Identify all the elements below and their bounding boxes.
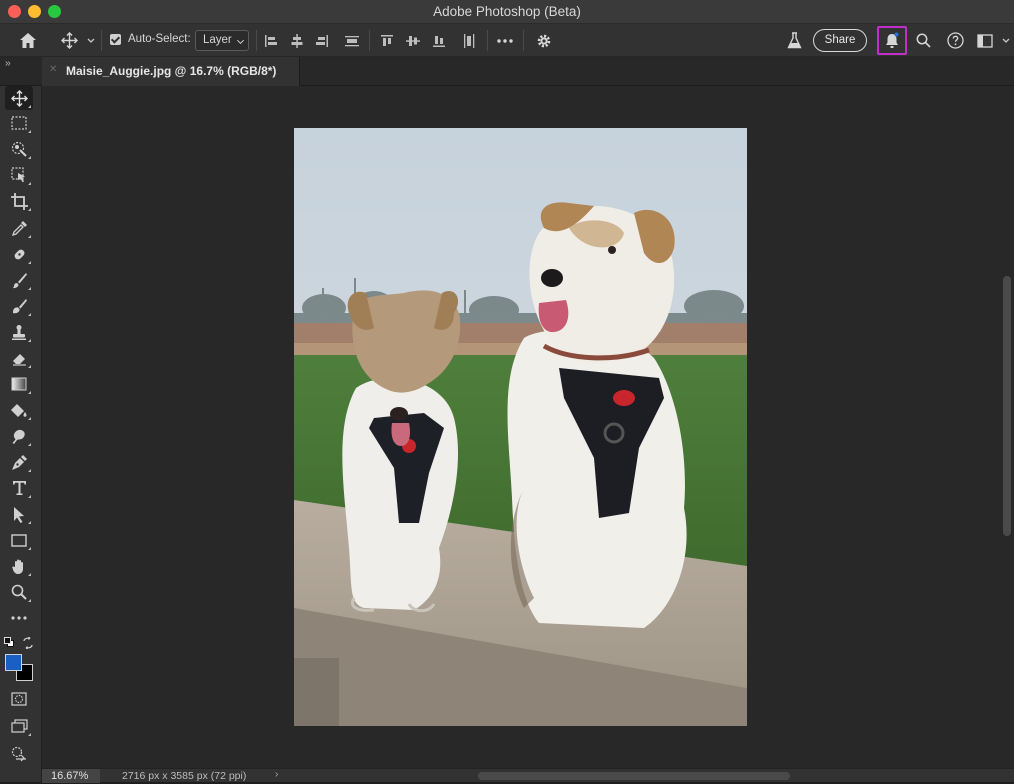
distribute-icon[interactable] <box>343 24 361 57</box>
path-select-tool-button[interactable] <box>5 502 33 526</box>
align-vertical-center-icon[interactable] <box>404 24 422 57</box>
screen-mode-icon[interactable] <box>5 714 33 738</box>
bell-icon <box>886 32 899 48</box>
eyedropper-tool-button[interactable] <box>5 216 33 240</box>
quick-select-tool-button[interactable] <box>5 137 33 161</box>
window-title: Adobe Photoshop (Beta) <box>433 4 581 19</box>
healing-brush-tool-button[interactable] <box>5 242 33 266</box>
options-bar: Auto-Select: Layer Share <box>0 24 1014 57</box>
foreground-color-swatch[interactable] <box>5 654 22 671</box>
chevron-down-icon <box>236 36 245 45</box>
align-right-icon[interactable] <box>313 24 331 57</box>
status-bar: 16.67% 2716 px x 3585 px (72 ppi) › <box>42 768 1014 783</box>
document-image <box>294 128 747 726</box>
align-top-icon[interactable] <box>378 24 396 57</box>
document-tab-title: Maisie_Auggie.jpg @ 16.7% (RGB/8*) <box>66 64 277 78</box>
vertical-scrollbar[interactable] <box>1000 86 1014 768</box>
auto-select-target-value: Layer <box>203 34 232 46</box>
align-left-icon[interactable] <box>262 24 280 57</box>
clone-stamp-tool-button[interactable] <box>5 320 33 344</box>
horizontal-scroll-thumb[interactable] <box>478 772 790 780</box>
align-bottom-icon[interactable] <box>430 24 448 57</box>
status-menu-arrow[interactable]: › <box>275 769 278 780</box>
title-bar: Adobe Photoshop (Beta) <box>0 0 1014 24</box>
auto-select-label: Auto-Select: <box>128 33 191 45</box>
type-tool-button[interactable] <box>5 476 33 500</box>
auto-select-target-dropdown[interactable]: Layer <box>195 30 249 51</box>
hand-tool-button[interactable] <box>5 554 33 578</box>
home-icon[interactable] <box>14 24 42 57</box>
rectangle-tool-button[interactable] <box>5 528 33 552</box>
quick-mask-icon[interactable] <box>5 687 33 711</box>
mixer-brush-tool-button[interactable] <box>5 294 33 318</box>
move-tool-icon[interactable] <box>56 24 82 57</box>
auto-select-checkbox[interactable] <box>110 34 121 45</box>
document-info: 2716 px x 3585 px (72 ppi) <box>122 770 247 782</box>
zoom-level-field[interactable]: 16.67% <box>42 769 100 783</box>
share-button[interactable]: Share <box>813 29 867 52</box>
workspace-icon[interactable] <box>975 24 995 57</box>
search-icon[interactable] <box>913 24 933 57</box>
gear-icon[interactable] <box>534 24 554 57</box>
marquee-tool-button[interactable] <box>5 111 33 135</box>
distribute-vertical-icon[interactable] <box>460 24 478 57</box>
notifications-button[interactable] <box>877 26 907 55</box>
edit-toolbar-icon[interactable] <box>5 742 33 766</box>
document-tab[interactable]: ✕ Maisie_Auggie.jpg @ 16.7% (RGB/8*) <box>42 57 300 86</box>
dodge-tool-button[interactable] <box>5 424 33 448</box>
document-canvas[interactable] <box>42 86 1000 768</box>
swap-colors-icon[interactable] <box>22 636 34 654</box>
move-tool-button[interactable] <box>5 86 33 110</box>
align-horizontal-center-icon[interactable] <box>288 24 306 57</box>
more-tools-icon[interactable] <box>5 606 33 630</box>
gradient-tool-button[interactable] <box>5 372 33 396</box>
zoom-tool-button[interactable] <box>5 580 33 604</box>
more-icon[interactable] <box>495 24 515 57</box>
chevron-down-icon[interactable] <box>999 24 1013 57</box>
beaker-icon[interactable] <box>784 24 804 57</box>
default-colors-icon[interactable] <box>4 637 14 647</box>
brush-tool-button[interactable] <box>5 268 33 292</box>
expand-panels-icon[interactable]: ›› <box>5 58 11 69</box>
eraser-tool-button[interactable] <box>5 346 33 370</box>
crop-tool-button[interactable] <box>5 189 33 213</box>
paint-bucket-tool-button[interactable] <box>5 398 33 422</box>
pen-tool-button[interactable] <box>5 450 33 474</box>
help-icon[interactable] <box>944 24 966 57</box>
document-tab-bar: ›› ✕ Maisie_Auggie.jpg @ 16.7% (RGB/8*) <box>0 57 1014 86</box>
vertical-scroll-thumb[interactable] <box>1003 276 1011 536</box>
close-tab-icon[interactable]: ✕ <box>49 64 57 75</box>
tools-panel <box>0 86 42 782</box>
chevron-down-icon[interactable] <box>84 24 98 57</box>
object-select-tool-button[interactable] <box>5 163 33 187</box>
